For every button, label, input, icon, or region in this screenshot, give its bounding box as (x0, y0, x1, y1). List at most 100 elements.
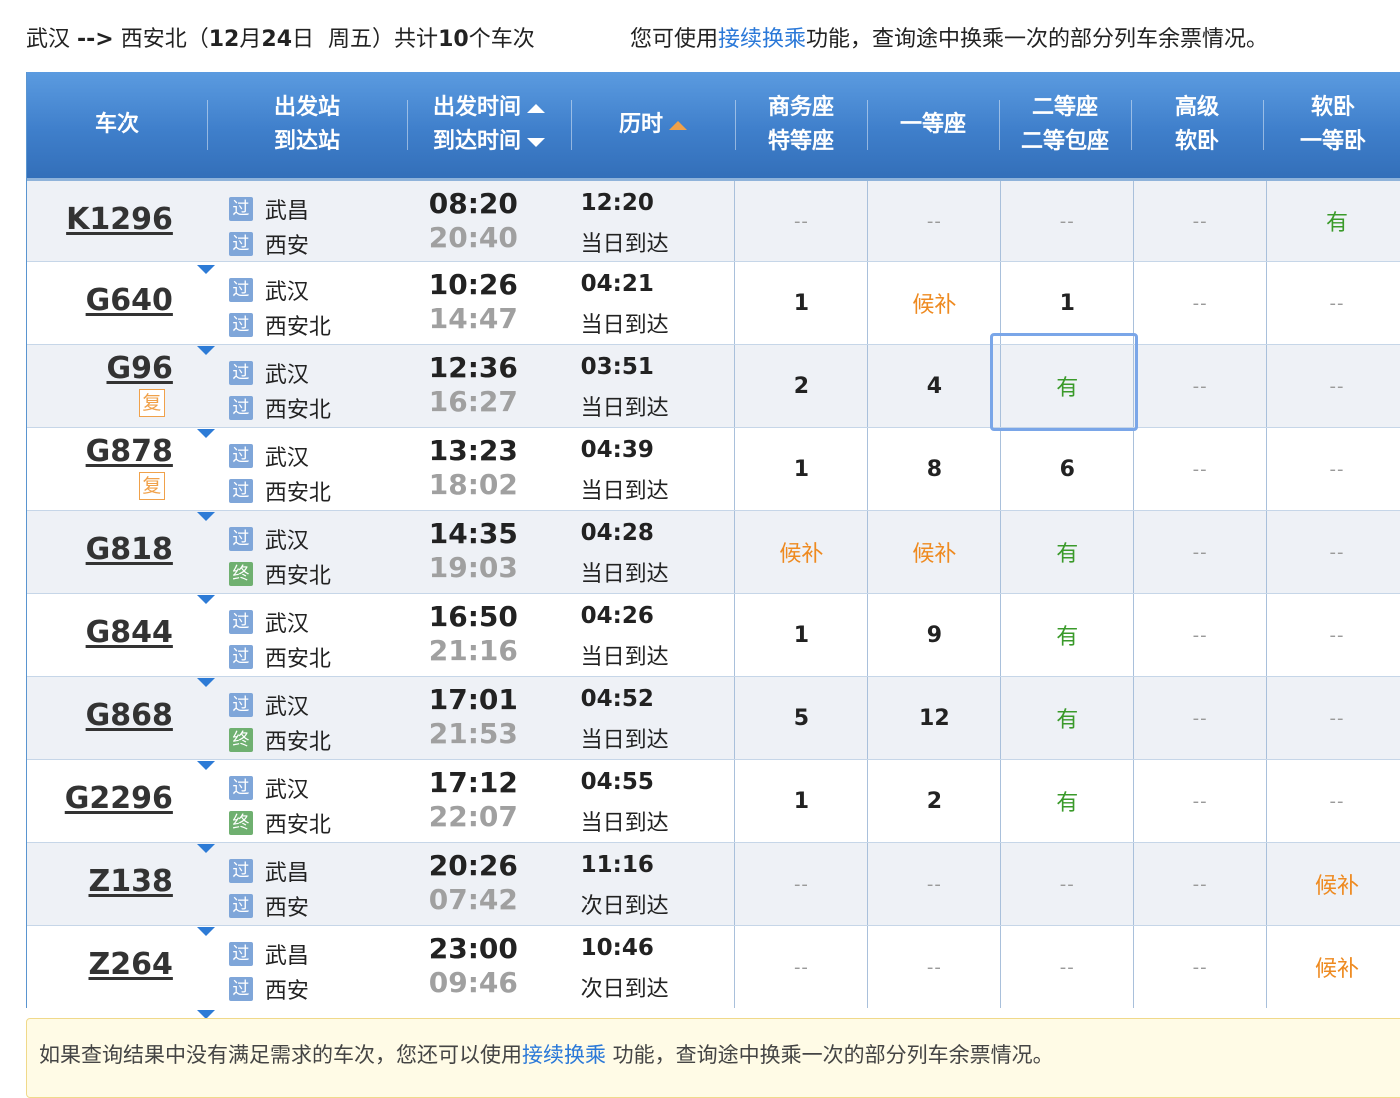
from-station-name: 武汉 (264, 446, 309, 471)
business-seat-cell[interactable]: 1 (734, 428, 867, 510)
train-number-cell: G96 复 (27, 345, 215, 438)
header-business: 商务座 特等座 (735, 72, 867, 178)
train-number-link[interactable]: G878 (86, 434, 173, 469)
pass-station-icon: 过 (228, 444, 253, 468)
transfer-notice: 如果查询结果中没有满足需求的车次，您还可以使用接续换乘 功能，查询途中换乘一次的… (26, 1018, 1400, 1098)
summary-month-char: 月 (239, 27, 262, 52)
header-times: 出发时间 到达时间 (407, 72, 571, 178)
first-class-cell[interactable]: 2 (867, 760, 1000, 842)
sort-arrive-time[interactable]: 到达时间 (433, 125, 545, 159)
from-station-name: 武昌 (264, 944, 309, 969)
to-station: 过西安北 (228, 641, 331, 673)
times-cell: 17:01 21:53 (407, 677, 571, 759)
train-number-link[interactable]: Z138 (89, 864, 173, 899)
depart-time: 16:50 (428, 600, 518, 633)
to-station: 终西安北 (228, 558, 331, 590)
train-number-link[interactable]: G96 (107, 351, 173, 386)
stations-cell: 过武昌过西安 (207, 926, 407, 1008)
train-number-link[interactable]: G640 (86, 283, 173, 318)
stations-cell: 过武汉终西安北 (207, 760, 407, 842)
first-class-cell[interactable]: 候补 (867, 262, 1000, 344)
second-class-cell[interactable]: 6 (1000, 428, 1133, 510)
soft-sleeper-cell: -- (1266, 594, 1400, 676)
sort-duration[interactable]: 历时 (619, 108, 687, 142)
business-seat-cell[interactable]: 1 (734, 760, 867, 842)
summary-date-close: ）共计 (372, 27, 439, 52)
arrive-time: 22:07 (428, 800, 518, 833)
duration: 04:55 (580, 769, 654, 795)
depart-time: 20:26 (428, 849, 518, 882)
train-number-link[interactable]: K1296 (66, 202, 173, 237)
train-number-link[interactable]: G868 (86, 698, 173, 733)
times-cell: 10:26 14:47 (407, 262, 571, 344)
arrive-day: 当日到达 (580, 811, 669, 836)
from-station-name: 武汉 (264, 529, 309, 554)
transfer-link[interactable]: 接续换乘 (718, 27, 806, 52)
sort-depart-time[interactable]: 出发时间 (433, 91, 545, 125)
times-cell: 13:23 18:02 (407, 428, 571, 510)
deluxe-sleeper-cell: -- (1133, 843, 1266, 925)
transfer-tip: 您可使用接续换乘功能，查询途中换乘一次的部分列车余票情况。 (630, 22, 1268, 58)
first-class-cell[interactable]: 8 (867, 428, 1000, 510)
duration: 10:46 (580, 935, 654, 961)
second-class-cell[interactable]: 1 (1000, 262, 1133, 344)
duration-cell: 03:51 当日到达 (571, 345, 735, 427)
to-station-name: 西安北 (264, 564, 331, 589)
soft-sleeper-cell[interactable]: 候补 (1266, 926, 1400, 1008)
to-station: 终西安北 (228, 724, 331, 756)
train-number-link[interactable]: Z264 (89, 947, 173, 982)
pass-station-icon: 过 (228, 479, 253, 503)
to-station: 过西安 (228, 973, 309, 1005)
soft-sleeper-cell[interactable]: 有 (1266, 181, 1400, 261)
first-class-cell[interactable]: 4 (867, 345, 1000, 427)
selected-cell-highlight (990, 333, 1138, 431)
from-station-name: 武昌 (264, 861, 309, 886)
first-class-cell[interactable]: 9 (867, 594, 1000, 676)
from-station: 过武汉 (228, 440, 309, 472)
soft-sleeper-cell: -- (1266, 677, 1400, 759)
from-station: 过武昌 (228, 193, 309, 225)
arrive-day: 当日到达 (580, 562, 669, 587)
business-seat-cell[interactable]: 1 (734, 594, 867, 676)
duration: 03:51 (580, 354, 654, 380)
business-seat-cell[interactable]: 候补 (734, 511, 867, 593)
depart-time: 08:20 (428, 187, 518, 220)
train-table: 车次 出发站 到达站 出发时间 到达时间 历时 商务座 特等座 一等座 二等座 … (26, 72, 1400, 1019)
pass-station-icon: 过 (228, 859, 253, 883)
train-number-link[interactable]: G2296 (65, 781, 173, 816)
second-class-cell[interactable]: 有 (1000, 760, 1133, 842)
train-number-link[interactable]: G818 (86, 532, 173, 567)
first-class-cell: -- (867, 843, 1000, 925)
arrive-time: 16:27 (428, 385, 518, 418)
first-class-cell[interactable]: 候补 (867, 511, 1000, 593)
train-number-cell: G818 (27, 511, 215, 604)
header-from-station: 出发站 (273, 95, 340, 120)
sort-ascending-icon (669, 120, 687, 130)
second-class-cell[interactable]: 有 (1000, 511, 1133, 593)
second-class-cell[interactable]: 有 (1000, 594, 1133, 676)
arrive-day: 当日到达 (580, 728, 669, 753)
arrive-day: 当日到达 (580, 313, 669, 338)
soft-sleeper-cell[interactable]: 候补 (1266, 843, 1400, 925)
soft-sleeper-cell: -- (1266, 760, 1400, 842)
tip-suffix: 功能，查询途中换乘一次的部分列车余票情况。 (806, 27, 1269, 52)
business-seat-cell[interactable]: 1 (734, 262, 867, 344)
duration-cell: 10:46 次日到达 (571, 926, 735, 1008)
second-class-cell[interactable]: 有 (1000, 677, 1133, 759)
business-seat-cell[interactable]: 5 (734, 677, 867, 759)
train-number-link[interactable]: G844 (86, 615, 173, 650)
arrive-time: 21:16 (428, 634, 518, 667)
from-station: 过武汉 (228, 523, 309, 555)
soft-sleeper-cell: -- (1266, 428, 1400, 510)
arrive-time: 19:03 (428, 551, 518, 584)
first-class-cell: -- (867, 926, 1000, 1008)
to-station: 过西安 (228, 890, 309, 922)
times-cell: 16:50 21:16 (407, 594, 571, 676)
business-seat-cell[interactable]: 2 (734, 345, 867, 427)
header-soft-1: 软卧 (1310, 95, 1355, 120)
pass-station-icon: 过 (228, 693, 253, 717)
notice-transfer-link[interactable]: 接续换乘 (522, 1043, 606, 1067)
header-to-station: 到达站 (273, 129, 340, 154)
first-class-cell[interactable]: 12 (867, 677, 1000, 759)
arrive-day: 当日到达 (580, 396, 669, 421)
